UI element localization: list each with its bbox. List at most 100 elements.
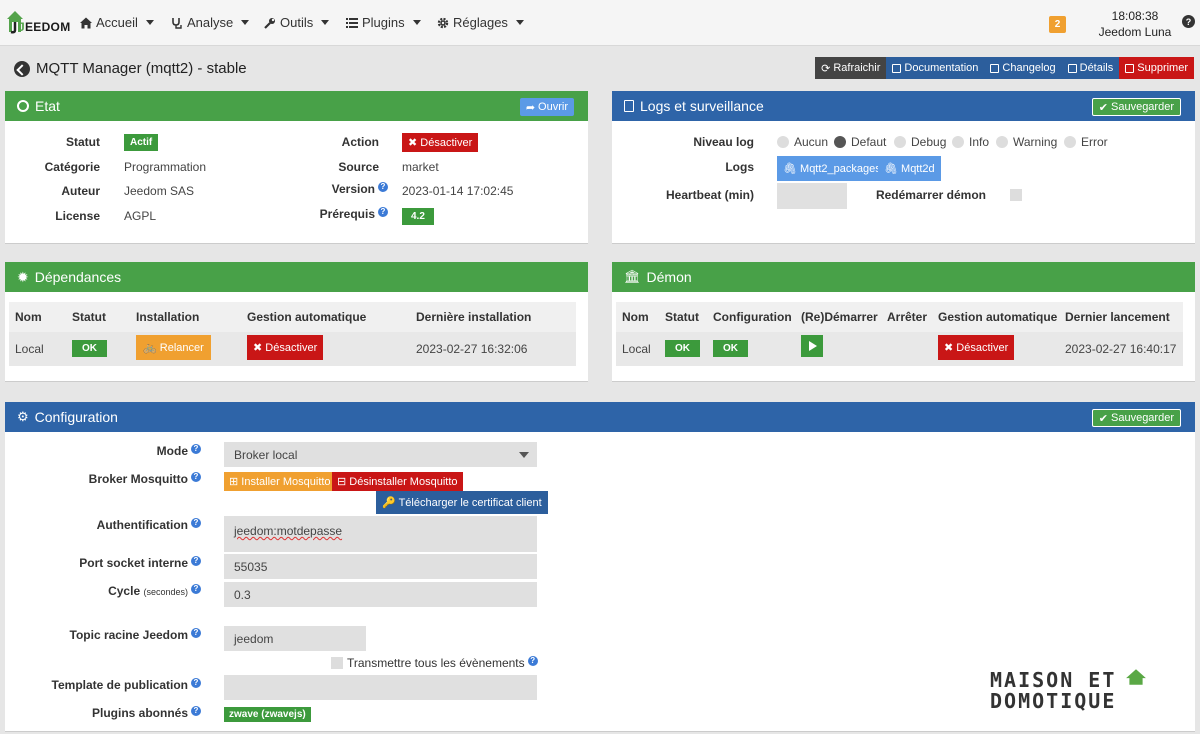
changelog-label: Changelog xyxy=(1002,62,1056,74)
uninstall-mosquitto-label: Désinstaller Mosquitto xyxy=(349,476,458,488)
install-mosquitto-button[interactable]: ⊞ Installer Mosquitto xyxy=(224,472,336,491)
nav-accueil[interactable]: Accueil xyxy=(80,15,154,30)
auteur-label: Auteur xyxy=(61,184,100,198)
log-mqtt2-packages-button[interactable]: 🖇 Mqtt2_packages xyxy=(777,156,887,181)
logs-save-button[interactable]: ✔ Sauvegarder xyxy=(1091,98,1181,116)
radio-dot xyxy=(996,136,1008,148)
mode-select-value: Broker local xyxy=(234,447,298,462)
nav-outils[interactable]: Outils xyxy=(264,15,330,30)
auth-textarea[interactable]: jeedom:motdepasse xyxy=(224,516,537,552)
restart-daemon-label: Redémarrer démon xyxy=(875,188,986,202)
check-circle-icon: ✔ xyxy=(1098,412,1108,425)
help-icon[interactable]: ? xyxy=(191,556,201,566)
download-cert-button[interactable]: 🔑 Télécharger le certificat client xyxy=(376,491,548,514)
chevron-down-icon xyxy=(145,20,154,25)
file-icon xyxy=(624,100,634,112)
demon-disable-button[interactable]: ✖ Désactiver xyxy=(938,335,1015,360)
spinner-icon xyxy=(17,100,29,112)
top-navbar: JEEDOM Accueil Analyse Outils Plugins Ré… xyxy=(0,0,1200,46)
help-icon[interactable]: ? xyxy=(191,678,201,688)
delete-button[interactable]: Supprimer xyxy=(1119,57,1194,79)
plugin-actions: ⟳ Rafraichir Documentation Changelog Déta… xyxy=(815,57,1194,79)
help-icon[interactable]: ? xyxy=(527,656,538,666)
statut-badge: Actif xyxy=(124,134,159,151)
mode-select[interactable]: Broker local xyxy=(224,442,537,467)
help-icon[interactable]: ? xyxy=(378,182,388,192)
radio-error[interactable]: Error xyxy=(1064,135,1108,149)
logs-panel: Logs et surveillance ✔ Sauvegarder Niveau… xyxy=(612,91,1195,244)
radio-info[interactable]: Info xyxy=(952,135,989,149)
clock-user[interactable]: 18:08:38 Jeedom Luna xyxy=(1090,8,1180,40)
start-daemon-button[interactable] xyxy=(801,335,823,357)
help-icon[interactable]: ? xyxy=(191,472,201,482)
help-icon[interactable]: ? xyxy=(1182,15,1195,28)
transmit-all-checkbox[interactable] xyxy=(331,657,343,669)
categorie-label: Catégorie xyxy=(44,160,100,174)
help-icon[interactable]: ? xyxy=(191,706,201,716)
col-installation: Installation xyxy=(136,310,200,324)
log-mqtt2-packages-label: Mqtt2_packages xyxy=(800,163,881,175)
wrench-icon xyxy=(264,17,275,29)
dep-disable-button[interactable]: ✖ Désactiver xyxy=(247,335,324,360)
transmit-label-wrap: Transmettre tous les évènements? xyxy=(347,656,538,670)
changelog-button[interactable]: Changelog xyxy=(984,57,1062,79)
cycle-unit: (secondes) xyxy=(143,587,188,597)
relancer-button[interactable]: 🚲 Relancer xyxy=(136,335,211,360)
config-save-button[interactable]: ✔ Sauvegarder xyxy=(1091,409,1181,427)
port-input[interactable]: 55035 xyxy=(224,554,537,579)
radio-aucun[interactable]: Aucun xyxy=(777,135,828,149)
template-input[interactable] xyxy=(224,675,537,700)
template-label: Template de publication xyxy=(51,678,188,692)
uninstall-mosquitto-button[interactable]: ⊟ Désinstaller Mosquitto xyxy=(332,472,463,491)
open-button[interactable]: ➦ Ouvrir xyxy=(519,98,574,116)
heartbeat-label: Heartbeat (min) xyxy=(665,188,754,202)
help-icon[interactable]: ? xyxy=(191,584,201,594)
col-gestion-auto: Gestion automatique xyxy=(247,310,367,324)
help-icon[interactable]: ? xyxy=(191,518,201,528)
install-mosquitto-label: Installer Mosquitto xyxy=(241,476,331,488)
details-button[interactable]: Détails xyxy=(1061,57,1120,79)
restart-daemon-checkbox[interactable] xyxy=(1010,189,1022,201)
help-icon[interactable]: ? xyxy=(378,207,388,217)
relancer-label: Relancer xyxy=(159,342,204,354)
chevron-down-icon xyxy=(519,451,529,458)
refresh-button[interactable]: ⟳ Rafraichir xyxy=(815,57,887,79)
jeedom-logo[interactable]: JEEDOM xyxy=(6,8,70,38)
nav-reglages[interactable]: Réglages xyxy=(437,15,524,30)
radio-error-label: Error xyxy=(1081,135,1108,149)
demon-nom: Local xyxy=(622,342,651,356)
table-row: Local OK OK ✖ Désactiver 2023-02-27 16:4… xyxy=(616,332,1183,366)
nav-plugins-label: Plugins xyxy=(362,15,405,30)
dep-disable-label: Désactiver xyxy=(265,342,318,354)
notification-badge[interactable]: 2 xyxy=(1049,16,1066,33)
cycle-input[interactable]: 0.3 xyxy=(224,582,537,607)
port-label-wrap: Port socket interne? xyxy=(79,556,201,570)
logs-label: Logs xyxy=(725,160,754,174)
demon-disable-label: Désactiver xyxy=(956,342,1009,354)
chevron-down-icon xyxy=(241,20,250,25)
radio-defaut[interactable]: Defaut xyxy=(834,135,886,149)
mode-label: Mode xyxy=(156,444,188,458)
nav-plugins[interactable]: Plugins xyxy=(346,15,421,30)
radio-dot-selected xyxy=(834,136,846,148)
refresh-label: Rafraichir xyxy=(833,62,881,74)
categorie-value: Programmation xyxy=(124,160,207,174)
list-icon xyxy=(346,17,358,28)
help-icon[interactable]: ? xyxy=(191,444,201,454)
radio-warning-label: Warning xyxy=(1013,135,1058,149)
nav-reglages-label: Réglages xyxy=(453,15,508,30)
etat-panel: Etat ➦ Ouvrir Statut Actif Catégorie Prog… xyxy=(5,91,588,244)
radio-warning[interactable]: Warning xyxy=(996,135,1057,149)
mode-label-wrap: Mode? xyxy=(157,444,201,458)
heartbeat-input[interactable] xyxy=(777,183,847,209)
log-mqtt2d-button[interactable]: 🖇 Mqtt2d xyxy=(878,156,941,181)
back-arrow-icon[interactable] xyxy=(14,60,30,77)
disable-plugin-button[interactable]: ✖ Désactiver xyxy=(402,133,479,152)
topic-input[interactable]: jeedom xyxy=(224,626,366,651)
dependances-table: Nom Statut Installation Gestion automati… xyxy=(9,302,576,366)
radio-debug[interactable]: Debug xyxy=(894,135,946,149)
help-icon[interactable]: ? xyxy=(191,628,201,638)
radio-dot xyxy=(894,136,906,148)
nav-analyse[interactable]: Analyse xyxy=(171,15,250,30)
documentation-button[interactable]: Documentation xyxy=(886,57,985,79)
